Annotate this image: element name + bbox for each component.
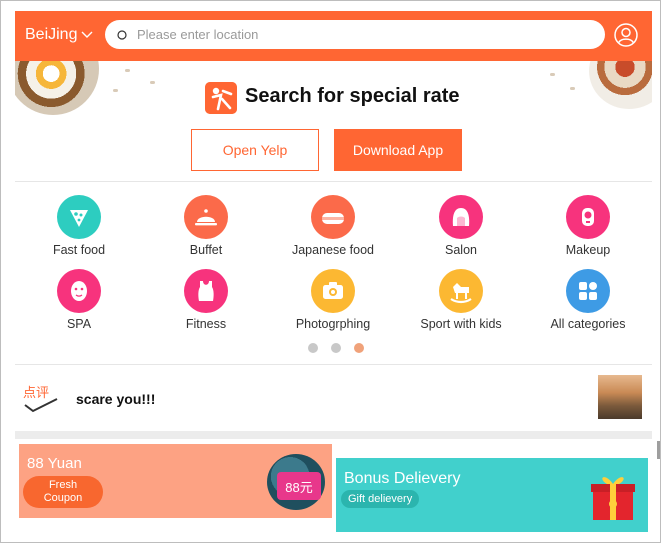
- city-selector[interactable]: BeiJing: [25, 26, 93, 44]
- category-japanese-food[interactable]: Japanese food: [278, 195, 388, 257]
- decoration: [550, 73, 555, 76]
- category-label: Salon: [445, 243, 477, 257]
- category-label: Japanese food: [291, 243, 374, 257]
- category-salon[interactable]: Salon: [406, 195, 516, 257]
- pizza-icon: [70, 210, 88, 227]
- news-item[interactable]: 点评 scare you!!!: [15, 365, 652, 431]
- makeup-icon: [582, 208, 594, 226]
- promo-card-88-yuan[interactable]: 88 Yuan Fresh Coupon 88元: [19, 444, 332, 518]
- dianping-logo-icon: [205, 82, 237, 114]
- dianping-news-logo: 点评: [23, 386, 58, 413]
- rocking-horse-icon: [450, 283, 472, 304]
- category-label: Sport with kids: [420, 317, 502, 331]
- food-plate-image: [15, 61, 99, 115]
- scrollbar[interactable]: [657, 441, 660, 459]
- category-icon-bg: [311, 269, 355, 313]
- decoration: [150, 81, 155, 84]
- category-makeup[interactable]: Makeup: [533, 195, 643, 257]
- chevron-down-icon: [81, 31, 93, 38]
- category-icon-bg: [566, 269, 610, 313]
- hair-icon: [452, 208, 470, 226]
- section-separator: [15, 431, 652, 439]
- promo-title: 88 Yuan: [27, 455, 82, 472]
- news-title: scare you!!!: [76, 391, 156, 407]
- category-label: Photogrphing: [295, 317, 371, 331]
- top-bar: BeiJing: [15, 11, 652, 61]
- promo-title: Bonus Delievery: [344, 470, 461, 487]
- grid-icon: [579, 282, 597, 300]
- news-thumbnail: [598, 375, 642, 419]
- app-frame: BeiJing Please enter location Search for…: [0, 0, 661, 543]
- search-box[interactable]: [105, 20, 605, 49]
- decoration: [113, 89, 118, 92]
- category-sport-with-kids[interactable]: Sport with kids: [406, 269, 516, 331]
- category-label: All categories: [550, 317, 626, 331]
- decoration: [125, 69, 130, 72]
- category-icon-bg: [184, 195, 228, 239]
- carousel-indicator: [308, 343, 364, 353]
- carousel-dot-2[interactable]: [331, 343, 341, 353]
- category-icon-bg: [311, 195, 355, 239]
- user-icon[interactable]: [614, 23, 638, 47]
- category-icon-bg: [566, 195, 610, 239]
- download-app-button[interactable]: Download App: [334, 129, 462, 171]
- category-all-categories[interactable]: All categories: [533, 269, 643, 331]
- category-icon-bg: [439, 195, 483, 239]
- category-icon-bg: [57, 269, 101, 313]
- sushi-icon: [322, 213, 344, 224]
- category-icon-bg: [184, 269, 228, 313]
- category-fast-food[interactable]: Fast food: [24, 195, 134, 257]
- carousel-dot-1[interactable]: [308, 343, 318, 353]
- category-label: Fast food: [52, 243, 106, 257]
- category-icon-bg: [439, 269, 483, 313]
- carousel-dot-3[interactable]: [354, 343, 364, 353]
- divider: [15, 181, 652, 182]
- tank-top-icon: [198, 281, 214, 301]
- category-icon-bg: [57, 195, 101, 239]
- category-label: Buffet: [189, 243, 223, 257]
- face-mask-icon: [71, 281, 87, 301]
- category-buffet[interactable]: Buffet: [151, 195, 261, 257]
- cloche-icon: [195, 209, 217, 226]
- category-label: SPA: [66, 317, 92, 331]
- category-photographing[interactable]: Photogrphing: [278, 269, 388, 331]
- city-label: BeiJing: [25, 26, 78, 43]
- search-input[interactable]: [135, 26, 579, 43]
- decoration: [570, 87, 575, 90]
- promo-card-bonus-delivery[interactable]: Bonus Delievery Gift delievery: [336, 458, 648, 532]
- category-fitness[interactable]: Fitness: [151, 269, 261, 331]
- search-icon: [117, 29, 127, 40]
- coupon-badge-label: 88元: [277, 472, 321, 500]
- camera-icon: [323, 282, 343, 299]
- category-spa[interactable]: SPA: [24, 269, 134, 331]
- open-yelp-button[interactable]: Open Yelp: [191, 129, 319, 171]
- gift-box-icon: [591, 477, 635, 520]
- category-label: Makeup: [565, 243, 611, 257]
- promo-tag: Fresh Coupon: [23, 476, 103, 508]
- promo-tag: Gift delievery: [341, 490, 420, 508]
- food-plate-image: [589, 61, 652, 109]
- page-title: Search for special rate: [245, 85, 460, 107]
- promo-banner: Search for special rate Open Yelp Downlo…: [15, 61, 652, 181]
- news-logo-text: 点评: [23, 386, 49, 401]
- category-label: Fitness: [185, 317, 227, 331]
